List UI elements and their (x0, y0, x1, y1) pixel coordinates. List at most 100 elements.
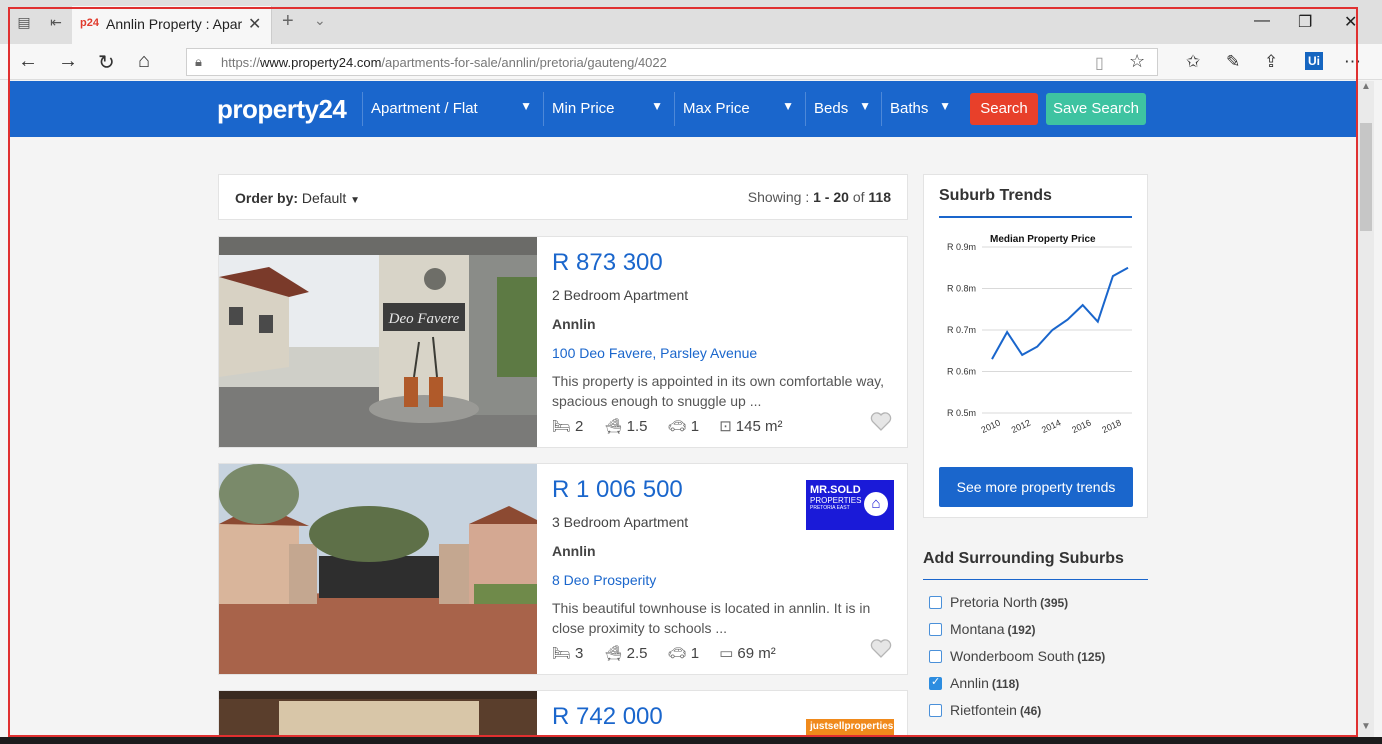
listing-description: This beautiful townhouse is located in a… (552, 600, 871, 636)
listing-card[interactable]: R 742 000 justsellproperties (218, 690, 908, 738)
x-tick-label: 2012 (1010, 418, 1032, 436)
os-taskbar (0, 737, 1382, 744)
results-toolbar: Order by: Default ▼ Showing : 1 - 20 of … (218, 174, 908, 220)
site-logo[interactable]: property24 (217, 94, 347, 125)
listing-price[interactable]: R 1 006 500 (552, 476, 683, 504)
checkbox[interactable] (929, 650, 942, 663)
save-search-button[interactable]: Save Search (1046, 93, 1146, 125)
beds-dropdown[interactable]: Beds ▼ (805, 92, 879, 126)
car-icon: 🚗︎ (667, 418, 687, 435)
listing-card[interactable]: Deo Favere R 873 300 2 Bedroom Apartment… (218, 236, 908, 448)
y-tick-label: R 0.6m (947, 367, 976, 377)
restore-icon[interactable]: ❐ (1298, 12, 1312, 32)
listing-suburb: Annlin (552, 543, 596, 559)
listing-type: 2 Bedroom Apartment (552, 287, 689, 303)
checkbox[interactable] (929, 704, 942, 717)
listing-photo[interactable]: Deo Favere (219, 237, 537, 447)
listing-photo[interactable] (219, 691, 537, 737)
house-icon: ⌂ (864, 492, 888, 516)
x-tick-label: 2010 (980, 418, 1002, 436)
heart-icon[interactable] (869, 636, 893, 660)
url-text[interactable]: https://www.property24.com/apartments-fo… (221, 55, 667, 70)
back-icon[interactable]: ← (18, 50, 38, 73)
favorite-star-icon[interactable]: ☆ (1129, 51, 1145, 72)
title-underline (939, 216, 1132, 218)
address-bar: ← → ↻ ⌂ 🔒︎ https://www.property24.com/ap… (0, 44, 1382, 80)
pen-icon[interactable]: ✎ (1226, 52, 1240, 72)
bed-icon: 🛏︎ (552, 645, 572, 662)
entrance-sign-text: Deo Favere (388, 311, 460, 327)
forward-icon[interactable]: → (58, 50, 78, 73)
new-tab-icon[interactable]: + (282, 10, 294, 33)
suburb-checkbox[interactable]: Annlin(118) (929, 675, 1019, 691)
y-tick-label: R 0.5m (947, 408, 976, 418)
suburb-checkbox[interactable]: Montana (192) (929, 621, 1036, 637)
car-icon: 🚗︎ (667, 645, 687, 662)
listing-price[interactable]: R 742 000 (552, 703, 663, 731)
scrollbar-thumb[interactable] (1360, 123, 1372, 231)
surrounding-suburbs-title: Add Surrounding Suburbs (923, 550, 1124, 567)
more-icon[interactable]: ⋯ (1344, 52, 1361, 72)
trends-title: Suburb Trends (939, 187, 1052, 204)
price-trend-chart: Median Property Price R 0.5m R 0.6m R 0.7m… (947, 234, 1132, 436)
url-input[interactable]: 🔒︎ https://www.property24.com/apartments… (186, 48, 1158, 76)
agency-logo[interactable]: MR.SOLD PROPERTIES PRETORIA EAST ⌂ (806, 480, 894, 530)
listing-price[interactable]: R 873 300 (552, 249, 663, 277)
close-window-icon[interactable]: ✕ (1344, 12, 1357, 32)
suburb-checkbox[interactable]: Pretoria North (395) (929, 594, 1068, 610)
browser-tab-bar: ▤ ⇤ p24 Annlin Property : Apartr ✕ + ⌄ —… (0, 0, 1382, 44)
heart-icon[interactable] (869, 409, 893, 433)
suburb-checkbox[interactable]: Rietfontein (46) (929, 702, 1041, 718)
checkbox[interactable] (929, 623, 942, 636)
tab-title: Annlin Property : Apartr (106, 16, 242, 32)
floor-size-icon: ⊡ (719, 418, 732, 435)
scroll-up-icon[interactable]: ▲ (1361, 81, 1371, 92)
listing-card[interactable]: R 1 006 500 MR.SOLD PROPERTIES PRETORIA … (218, 463, 908, 675)
reading-view-icon[interactable]: ▯ (1095, 53, 1104, 73)
bed-icon: 🛏︎ (552, 418, 572, 435)
see-more-trends-button[interactable]: See more property trends (939, 467, 1133, 507)
chart-title: Median Property Price (990, 234, 1096, 245)
set-tabs-aside-icon[interactable]: ⇤ (48, 14, 64, 30)
minimize-icon[interactable]: — (1254, 12, 1270, 30)
chevron-down-icon: ▼ (651, 99, 663, 113)
favorites-list-icon[interactable]: ✩ (1186, 52, 1200, 72)
refresh-icon[interactable]: ↻ (98, 50, 115, 75)
listing-suburb: Annlin (552, 316, 596, 332)
checkbox-checked[interactable] (929, 675, 942, 690)
suburb-checkbox[interactable]: Wonderboom South (125) (929, 648, 1105, 664)
listing-features: 🛏︎ 2 🛁︎ 1.5 🚗︎ 1 ⊡ 145 m² (552, 418, 783, 435)
suburb-trends-card: Suburb Trends Median Property Price R 0.… (923, 174, 1148, 518)
page-scrollbar[interactable]: ▲ ▼ (1358, 81, 1374, 737)
chevron-down-icon: ▼ (859, 99, 871, 113)
listing-photo[interactable] (219, 464, 537, 674)
baths-dropdown[interactable]: Baths ▼ (881, 92, 959, 126)
y-tick-label: R 0.9m (947, 242, 976, 252)
home-icon[interactable]: ⌂ (138, 50, 150, 73)
browser-tab[interactable]: p24 Annlin Property : Apartr ✕ (72, 6, 272, 44)
max-price-dropdown[interactable]: Max Price ▼ (674, 92, 802, 126)
order-by-dropdown[interactable]: Order by: Default ▼ (235, 190, 360, 206)
chevron-down-icon[interactable]: ⌄ (314, 12, 326, 29)
tab-actions-icon[interactable]: ▤ (16, 14, 32, 30)
bath-icon: 🛁︎ (603, 645, 623, 662)
close-tab-icon[interactable]: ✕ (248, 14, 261, 34)
share-icon[interactable]: ⇪ (1264, 52, 1278, 72)
series-line (991, 266, 1129, 360)
scroll-down-icon[interactable]: ▼ (1361, 721, 1371, 732)
checkbox[interactable] (929, 596, 942, 609)
agency-logo[interactable]: justsellproperties (806, 719, 894, 737)
site-header: property24 Apartment / Flat ▼ Min Price ▼ … (8, 81, 1358, 137)
chevron-down-icon: ▼ (939, 99, 951, 113)
listing-features: 🛏︎ 3 🛁︎ 2.5 🚗︎ 1 ▭ 69 m² (552, 645, 776, 662)
property-type-dropdown[interactable]: Apartment / Flat ▼ (362, 92, 540, 126)
listing-address[interactable]: 8 Deo Prosperity (552, 572, 656, 588)
extension-ui-icon[interactable]: Ui (1305, 52, 1323, 70)
y-tick-label: R 0.7m (947, 325, 976, 335)
min-price-dropdown[interactable]: Min Price ▼ (543, 92, 671, 126)
listing-address[interactable]: 100 Deo Favere, Parsley Avenue (552, 345, 757, 361)
search-button[interactable]: Search (970, 93, 1038, 125)
x-tick-label: 2018 (1100, 418, 1122, 436)
title-underline (923, 579, 1148, 580)
results-count: Showing : 1 - 20 of 118 (747, 189, 891, 205)
